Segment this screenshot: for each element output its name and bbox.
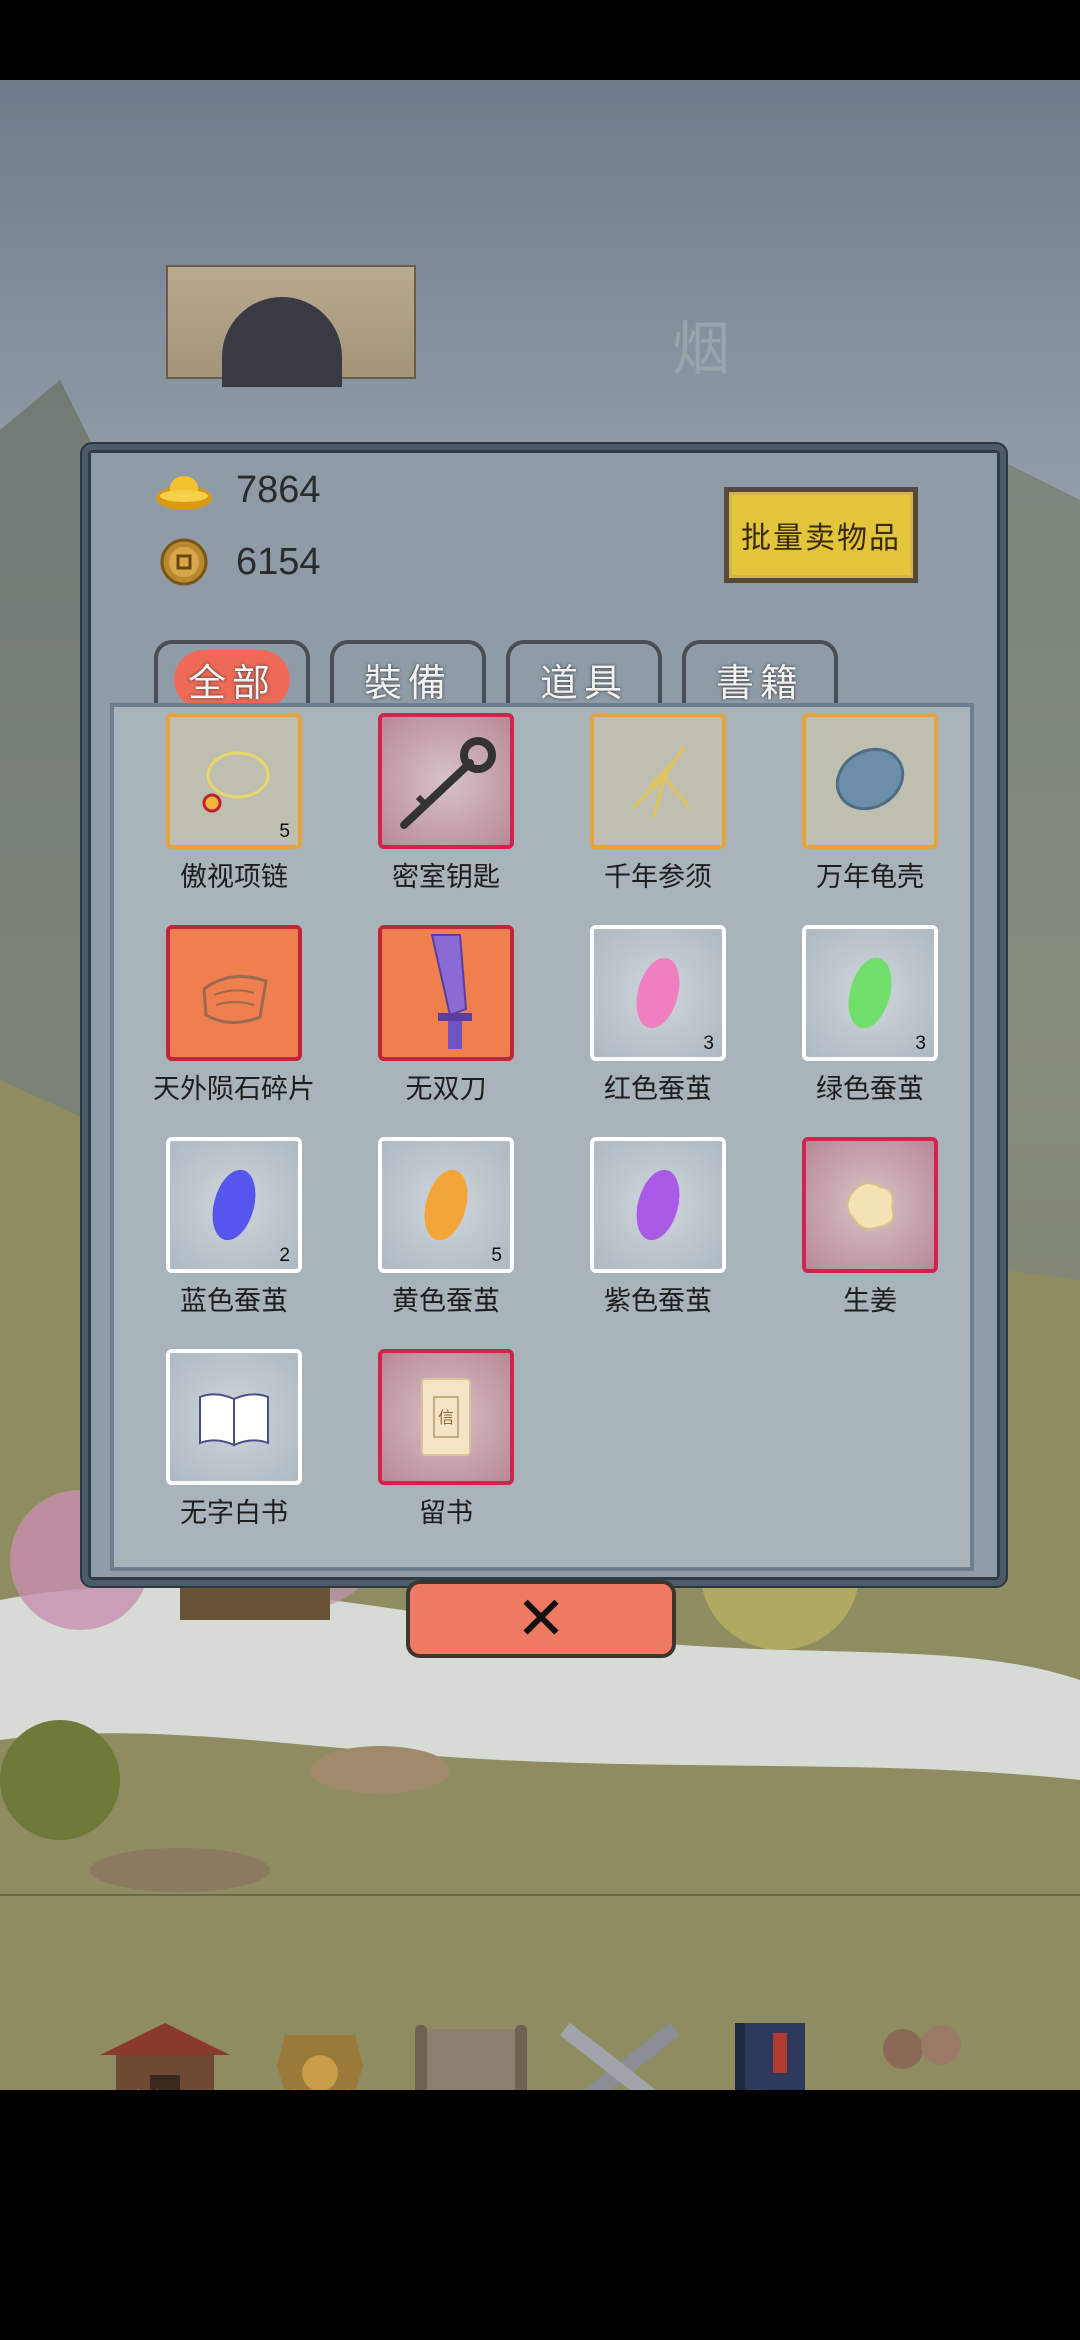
item-slot-red-cocoon[interactable]: 3 红色蚕茧 bbox=[552, 925, 764, 1106]
nav-equipment[interactable]: 装备 bbox=[245, 2015, 395, 2090]
item-name: 无字白书 bbox=[180, 1498, 288, 1529]
item-slot-yellow-cocoon[interactable]: 5 黄色蚕茧 bbox=[340, 1137, 552, 1318]
ginger-icon bbox=[846, 1182, 895, 1230]
tab-props-label: 道具 bbox=[539, 660, 628, 705]
item-frame bbox=[802, 1137, 938, 1273]
item-count: 5 bbox=[491, 1245, 502, 1266]
saber-icon bbox=[430, 934, 472, 1049]
nav-martial-arts[interactable]: 武功 bbox=[695, 2015, 845, 2090]
character-hair bbox=[222, 297, 342, 387]
item-frame bbox=[378, 925, 514, 1061]
bottom-nav: 首页 装备 江湖 闯关 bbox=[0, 2015, 1080, 2090]
nav-challenge[interactable]: 闯关 bbox=[545, 2015, 695, 2090]
key-icon bbox=[400, 737, 496, 829]
tab-books-label: 書籍 bbox=[715, 660, 804, 705]
item-slot-ginger[interactable]: 生姜 bbox=[764, 1137, 976, 1318]
item-frame bbox=[166, 925, 302, 1061]
close-button[interactable]: ✕ bbox=[406, 1580, 676, 1658]
nav-jianghu-label: 江湖 bbox=[395, 2077, 545, 2090]
item-frame bbox=[590, 1137, 726, 1273]
copper-coin-row: 6154 bbox=[154, 538, 321, 586]
system-bottom-bar bbox=[0, 2090, 1080, 2340]
item-slot-saber[interactable]: 无双刀 bbox=[340, 925, 552, 1106]
item-slot-ginseng[interactable]: 千年参须 bbox=[552, 713, 764, 894]
item-name: 黄色蚕茧 bbox=[392, 1286, 500, 1317]
item-slot-purple-cocoon[interactable]: 紫色蚕茧 bbox=[552, 1137, 764, 1318]
item-name: 紫色蚕茧 bbox=[604, 1286, 712, 1317]
game-scene: 烟 7864 6154 批量卖物品 全部 裝備 道具 書籍 5 傲视项链 密室钥… bbox=[0, 80, 1080, 2090]
item-slot-turtle-shell[interactable]: 万年龟壳 bbox=[764, 713, 976, 894]
batch-sell-button[interactable]: 批量卖物品 bbox=[724, 487, 918, 583]
item-frame bbox=[802, 713, 938, 849]
nav-challenge-label: 闯关 bbox=[545, 2077, 695, 2090]
item-frame bbox=[590, 713, 726, 849]
item-frame: 2 bbox=[166, 1137, 302, 1273]
ginseng-icon bbox=[632, 746, 691, 818]
item-slot-key[interactable]: 密室钥匙 bbox=[340, 713, 552, 894]
item-slot-letter[interactable]: 信 留书 bbox=[340, 1349, 552, 1530]
item-frame: 3 bbox=[802, 925, 938, 1061]
copper-coin-count: 6154 bbox=[236, 540, 321, 583]
background-character-text: 烟 bbox=[672, 315, 731, 383]
letter-icon: 信 bbox=[421, 1378, 471, 1456]
item-count: 2 bbox=[279, 1245, 290, 1266]
item-slot-meteorite[interactable]: 天外陨石碎片 bbox=[128, 925, 340, 1106]
gold-ingot-count: 7864 bbox=[236, 468, 321, 511]
item-frame: 3 bbox=[590, 925, 726, 1061]
item-slot-necklace[interactable]: 5 傲视项链 bbox=[128, 713, 340, 894]
item-slot-green-cocoon[interactable]: 3 绿色蚕茧 bbox=[764, 925, 976, 1106]
item-name: 红色蚕茧 bbox=[604, 1074, 712, 1105]
item-count: 3 bbox=[703, 1033, 714, 1054]
item-frame: 5 bbox=[378, 1137, 514, 1273]
item-name: 留书 bbox=[419, 1498, 473, 1529]
tab-all-label: 全部 bbox=[173, 649, 290, 709]
item-name: 无双刀 bbox=[405, 1074, 487, 1105]
inventory-panel: 7864 6154 批量卖物品 全部 裝備 道具 書籍 5 傲视项链 密室钥匙 … bbox=[82, 444, 1006, 1586]
gold-ingot-row: 7864 bbox=[154, 466, 321, 514]
nav-home[interactable]: 首页 bbox=[90, 2015, 240, 2090]
close-x-icon: ✕ bbox=[515, 1584, 567, 1654]
item-count: 5 bbox=[279, 821, 290, 842]
item-frame: 信 bbox=[378, 1349, 514, 1485]
meteorite-icon bbox=[202, 975, 268, 1024]
item-name: 密室钥匙 bbox=[392, 862, 500, 893]
item-name: 生姜 bbox=[843, 1286, 897, 1317]
item-slot-blank-book[interactable]: 无字白书 bbox=[128, 1349, 340, 1530]
copper-coin-icon bbox=[160, 538, 208, 586]
character-portrait bbox=[166, 265, 416, 387]
letter-glyph: 信 bbox=[438, 1408, 454, 1427]
turtle-shell-icon bbox=[835, 747, 905, 811]
nav-partners-label: 伙伴 bbox=[845, 2077, 995, 2090]
item-slot-blue-cocoon[interactable]: 2 蓝色蚕茧 bbox=[128, 1137, 340, 1318]
item-name: 天外陨石碎片 bbox=[153, 1074, 315, 1105]
book-icon bbox=[199, 1393, 269, 1447]
item-name: 千年参须 bbox=[604, 862, 712, 893]
item-frame bbox=[166, 1349, 302, 1485]
gold-ingot-icon bbox=[156, 476, 212, 510]
item-frame bbox=[378, 713, 514, 849]
tab-equipment-label: 裝備 bbox=[363, 660, 452, 705]
item-name: 万年龟壳 bbox=[816, 862, 924, 893]
status-bar bbox=[0, 0, 1080, 80]
nav-martial-arts-label: 武功 bbox=[695, 2077, 845, 2090]
nav-partners[interactable]: 伙伴 bbox=[845, 2015, 995, 2090]
item-frame: 5 bbox=[166, 713, 302, 849]
item-name: 绿色蚕茧 bbox=[816, 1074, 924, 1105]
item-grid: 5 傲视项链 密室钥匙 千年参须 万年龟壳 天外陨石碎片 无双刀 3 红色蚕茧 … bbox=[110, 703, 974, 1571]
nav-home-label: 首页 bbox=[90, 2077, 240, 2090]
cocoon-icon bbox=[636, 1169, 680, 1241]
nav-jianghu[interactable]: 江湖 bbox=[395, 2015, 545, 2090]
nav-equipment-label: 装备 bbox=[245, 2077, 395, 2090]
item-name: 蓝色蚕茧 bbox=[180, 1286, 288, 1317]
item-count: 3 bbox=[915, 1033, 926, 1054]
item-name: 傲视项链 bbox=[180, 862, 288, 893]
